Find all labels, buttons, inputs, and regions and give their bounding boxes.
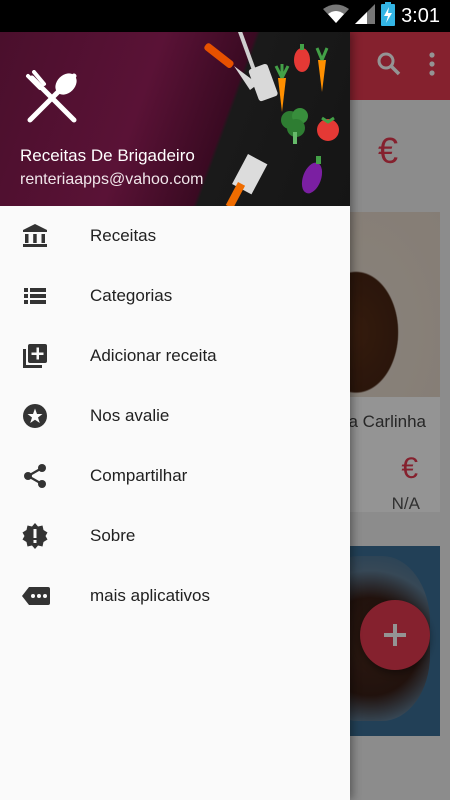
signal-icon	[355, 3, 376, 29]
drawer-item-label: Sobre	[90, 526, 136, 545]
wifi-icon	[323, 4, 350, 29]
drawer-item-label: mais aplicativos	[90, 586, 210, 605]
status-bar: 3:01	[0, 0, 450, 32]
drawer-item-compartilhar[interactable]: Compartilhar	[0, 446, 350, 506]
drawer-item-sobre[interactable]: Sobre	[0, 506, 350, 566]
kitchen-illustration	[204, 32, 339, 206]
star-circle-icon	[22, 403, 48, 429]
drawer-item-label: Adicionar receita	[90, 346, 217, 365]
fork-spoon-logo-icon	[24, 70, 80, 126]
list-icon	[22, 283, 48, 309]
drawer-item-mais-aplicativos[interactable]: mais aplicativos	[0, 566, 350, 626]
drawer-app-name: Receitas De Brigadeiro	[20, 146, 195, 165]
drawer-menu: Receitas Categorias Adicionar receita No…	[0, 206, 350, 626]
more-tag-icon	[22, 583, 50, 609]
bank-icon	[22, 223, 48, 249]
status-time: 3:01	[401, 4, 440, 27]
info-badge-icon	[22, 523, 48, 549]
screen: 3:01 € a Carlinha € N/A Receitas De Brig…	[0, 0, 450, 800]
drawer-item-label: Receitas	[90, 226, 157, 245]
battery-charging-icon	[381, 1, 396, 31]
drawer-item-adicionar-receita[interactable]: Adicionar receita	[0, 326, 350, 386]
drawer-header: Receitas De Brigadeiro renteriaapps@vaho…	[0, 32, 350, 206]
drawer-item-label: Categorias	[90, 286, 173, 305]
share-icon	[22, 463, 48, 489]
drawer-item-label: Nos avalie	[90, 406, 170, 425]
drawer-item-receitas[interactable]: Receitas	[0, 206, 350, 266]
drawer-item-categorias[interactable]: Categorias	[0, 266, 350, 326]
drawer-item-nos-avalie[interactable]: Nos avalie	[0, 386, 350, 446]
drawer-item-label: Compartilhar	[90, 466, 188, 485]
add-to-library-icon	[22, 343, 48, 369]
drawer-email: renteriaapps@vahoo.com	[20, 171, 204, 188]
navigation-drawer: Receitas De Brigadeiro renteriaapps@vaho…	[0, 32, 350, 800]
